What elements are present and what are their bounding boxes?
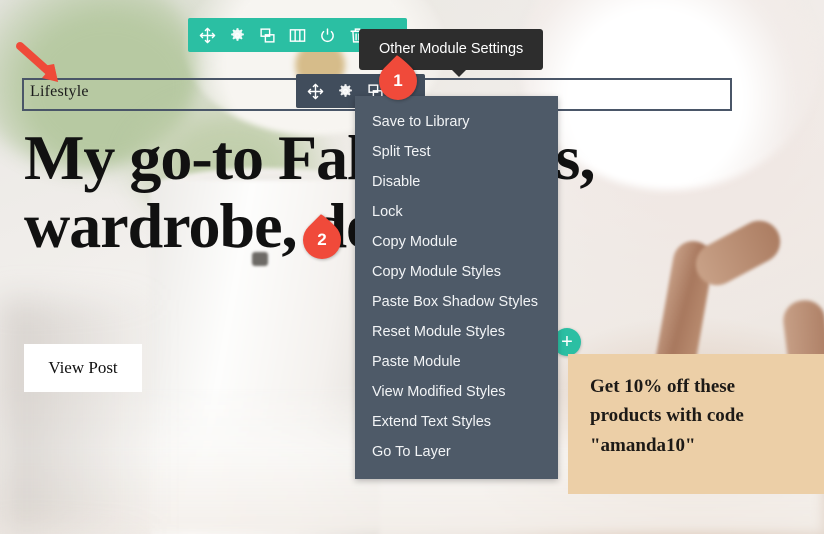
menu-item-extend-text-styles[interactable]: Extend Text Styles: [355, 407, 558, 437]
menu-item-save-to-library[interactable]: Save to Library: [355, 107, 558, 137]
power-icon[interactable]: [319, 27, 336, 44]
columns-icon[interactable]: [289, 27, 306, 44]
move-icon[interactable]: [199, 27, 216, 44]
annotation-arrow-icon: [16, 42, 58, 82]
plus-icon: +: [561, 331, 573, 353]
menu-item-copy-module[interactable]: Copy Module: [355, 227, 558, 257]
gear-icon[interactable]: [229, 27, 246, 44]
annotation-callout-1-number: 1: [393, 71, 403, 90]
duplicate-icon[interactable]: [259, 27, 276, 44]
menu-item-disable[interactable]: Disable: [355, 167, 558, 197]
promo-text: Get 10% off these products with code "am…: [590, 376, 744, 456]
menu-item-lock[interactable]: Lock: [355, 197, 558, 227]
view-post-button[interactable]: View Post: [24, 344, 142, 392]
menu-item-reset-module-styles[interactable]: Reset Module Styles: [355, 317, 558, 347]
menu-item-go-to-layer[interactable]: Go To Layer: [355, 437, 558, 467]
other-module-settings-menu[interactable]: Save to Library Split Test Disable Lock …: [355, 96, 558, 479]
promo-panel: Get 10% off these products with code "am…: [568, 354, 824, 494]
view-post-label: View Post: [48, 358, 118, 377]
menu-item-split-test[interactable]: Split Test: [355, 137, 558, 167]
annotation-callout-2: 2: [295, 213, 349, 267]
annotation-callout-1: 1: [371, 54, 425, 108]
tooltip-label: Other Module Settings: [379, 41, 524, 57]
annotation-callout-2-number: 2: [317, 230, 327, 249]
screenshot-root: Lifestyle My go-to Fall recipes, wardrob…: [0, 0, 824, 534]
menu-item-paste-box-shadow-styles[interactable]: Paste Box Shadow Styles: [355, 287, 558, 317]
menu-item-view-modified-styles[interactable]: View Modified Styles: [355, 377, 558, 407]
move-icon[interactable]: [307, 83, 324, 100]
menu-item-paste-module[interactable]: Paste Module: [355, 347, 558, 377]
menu-item-copy-module-styles[interactable]: Copy Module Styles: [355, 257, 558, 287]
gear-icon[interactable]: [337, 83, 354, 100]
